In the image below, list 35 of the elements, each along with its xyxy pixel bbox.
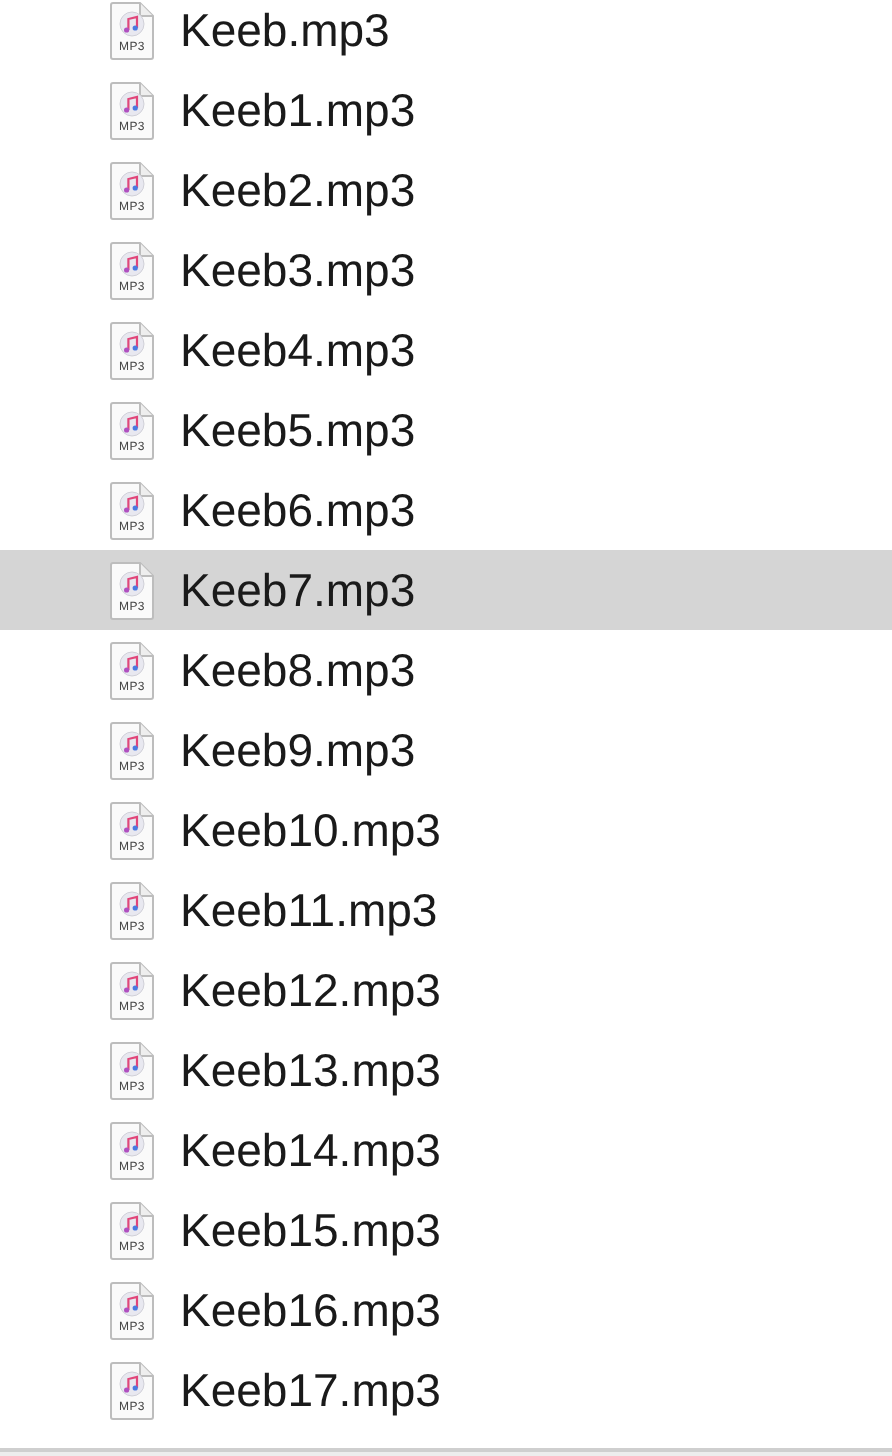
audio-file-icon: [108, 481, 156, 539]
file-name: Keeb5.mp3: [180, 403, 416, 457]
audio-file-icon: [108, 1281, 156, 1339]
file-name: Keeb4.mp3: [180, 323, 416, 377]
audio-file-icon: [108, 1201, 156, 1259]
audio-file-icon: [108, 721, 156, 779]
file-name: Keeb9.mp3: [180, 723, 416, 777]
audio-file-icon: [108, 81, 156, 139]
file-name: Keeb1.mp3: [180, 83, 416, 137]
audio-file-icon: [108, 881, 156, 939]
audio-file-icon: [108, 401, 156, 459]
audio-file-icon: [108, 321, 156, 379]
file-name: Keeb11.mp3: [180, 883, 438, 937]
file-name: Keeb7.mp3: [180, 563, 416, 617]
file-name: Keeb14.mp3: [180, 1123, 441, 1177]
audio-file-icon: [108, 561, 156, 619]
audio-file-icon: [108, 161, 156, 219]
audio-file-icon: [108, 641, 156, 699]
audio-file-icon: [108, 1121, 156, 1179]
audio-file-icon: [108, 241, 156, 299]
file-name: Keeb8.mp3: [180, 643, 416, 697]
audio-file-icon: [108, 801, 156, 859]
file-name: Keeb3.mp3: [180, 243, 416, 297]
file-name: Keeb17.mp3: [180, 1363, 441, 1417]
audio-file-icon: [108, 1361, 156, 1419]
audio-file-icon: [108, 961, 156, 1019]
file-name: Keeb16.mp3: [180, 1283, 441, 1337]
file-name: Keeb2.mp3: [180, 163, 416, 217]
file-name: Keeb.mp3: [180, 3, 390, 57]
file-name: Keeb6.mp3: [180, 483, 416, 537]
audio-file-icon: [108, 1041, 156, 1099]
file-name: Keeb15.mp3: [180, 1203, 441, 1257]
file-name: Keeb12.mp3: [180, 963, 441, 1017]
file-name: Keeb13.mp3: [180, 1043, 441, 1097]
file-name: Keeb10.mp3: [180, 803, 441, 857]
